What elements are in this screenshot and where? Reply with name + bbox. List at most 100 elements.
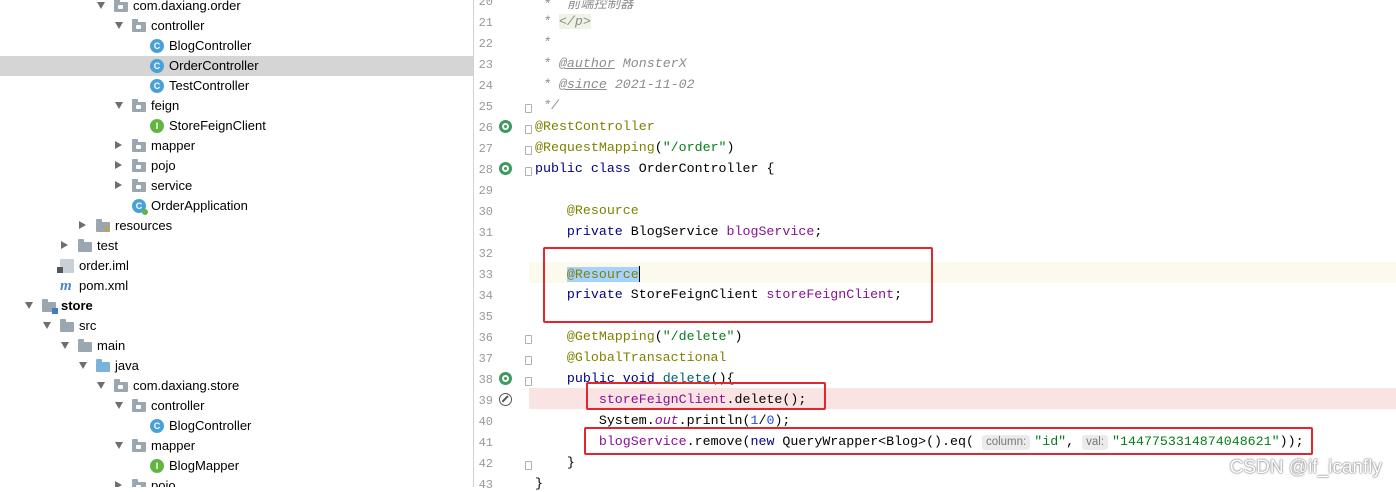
resources-folder-icon	[96, 219, 110, 232]
chevron-right-icon[interactable]	[79, 221, 86, 229]
folder-icon	[78, 239, 92, 252]
disabled-breakpoint-icon[interactable]	[499, 393, 512, 406]
chevron-right-icon[interactable]	[115, 181, 122, 189]
code-line-36: @GetMapping("/delete")	[566, 329, 743, 344]
interface-icon: I	[150, 459, 164, 473]
code-line-24: * @since 2021-11-02	[535, 77, 695, 92]
package-folder-icon	[132, 99, 146, 112]
line-number: 36	[478, 331, 493, 345]
tree-item-label: TestController	[169, 78, 250, 93]
tree-item-label: pojo	[151, 478, 176, 487]
tree-item-storefeignclient[interactable]: I StoreFeignClient	[0, 116, 473, 136]
iml-file-icon	[57, 259, 74, 273]
tree-item-blogcontroller[interactable]: C BlogController	[0, 416, 473, 436]
tree-item-label: java	[115, 358, 139, 373]
package-folder-icon	[132, 439, 146, 452]
tree-item-blogcontroller[interactable]: C BlogController	[0, 36, 473, 56]
line-number: 33	[478, 268, 493, 282]
tree-item-order-iml[interactable]: order.iml	[0, 256, 473, 276]
watermark: CSDN @if_icanfly	[1229, 457, 1382, 478]
chevron-down-icon[interactable]	[79, 362, 87, 369]
maven-icon: m	[60, 278, 72, 294]
tree-item-src[interactable]: src	[0, 316, 473, 336]
package-folder-icon	[132, 139, 146, 152]
chevron-right-icon[interactable]	[115, 161, 122, 169]
chevron-right-icon[interactable]	[115, 481, 122, 487]
line-number: 20	[478, 0, 493, 9]
tree-item-ordercontroller[interactable]: C OrderController	[0, 56, 473, 76]
annotation-box-resource-field	[543, 247, 933, 323]
package-folder-icon	[132, 479, 146, 487]
tree-item-label: mapper	[151, 138, 196, 153]
tree-item-orderapplication[interactable]: C OrderApplication	[0, 196, 473, 216]
spring-bean-icon[interactable]	[499, 120, 512, 133]
class-icon: C	[150, 419, 164, 433]
tree-item-label: BlogMapper	[169, 458, 240, 473]
tree-item-controller[interactable]: controller	[0, 396, 473, 416]
code-line-22: *	[535, 35, 551, 50]
chevron-down-icon[interactable]	[61, 342, 69, 349]
tree-item-store[interactable]: store	[0, 296, 473, 316]
chevron-down-icon[interactable]	[43, 322, 51, 329]
tree-item-main[interactable]: main	[0, 336, 473, 356]
tree-item-label: com.daxiang.order	[133, 0, 241, 13]
chevron-right-icon[interactable]	[115, 141, 122, 149]
line-number: 24	[478, 79, 493, 93]
spring-bean-icon[interactable]	[499, 162, 512, 175]
class-icon: C	[150, 39, 164, 53]
tree-item-pojo[interactable]: pojo	[0, 476, 473, 487]
tree-item-java[interactable]: java	[0, 356, 473, 376]
tree-item-feign[interactable]: feign	[0, 96, 473, 116]
tree-item-label: BlogController	[169, 38, 252, 53]
tree-item-label: com.daxiang.store	[133, 378, 240, 393]
chevron-down-icon[interactable]	[115, 102, 123, 109]
spring-app-class-icon: C	[132, 199, 148, 215]
line-number: 40	[478, 415, 493, 429]
tree-item-controller[interactable]: controller	[0, 16, 473, 36]
folder-icon	[60, 319, 74, 332]
tree-item-mapper[interactable]: mapper	[0, 136, 473, 156]
chevron-down-icon[interactable]	[97, 2, 105, 9]
code-editor[interactable]: * 前端控制器 * </p> * * @author MonsterX * @s…	[529, 0, 1396, 491]
tree-item-resources[interactable]: resources	[0, 216, 473, 236]
code-line-27: @RequestMapping("/order")	[535, 140, 735, 155]
code-line-43: }	[535, 476, 543, 491]
class-icon: C	[150, 79, 164, 93]
tree-item-com-daxiang-store[interactable]: com.daxiang.store	[0, 376, 473, 396]
chevron-right-icon[interactable]	[61, 241, 68, 249]
chevron-down-icon[interactable]	[115, 22, 123, 29]
tree-item-label: pom.xml	[79, 278, 129, 293]
tree-item-label: pojo	[151, 158, 176, 173]
chevron-down-icon[interactable]	[97, 382, 105, 389]
line-number: 26	[478, 121, 493, 135]
spring-bean-icon[interactable]	[499, 372, 512, 385]
tree-item-testcontroller[interactable]: C TestController	[0, 76, 473, 96]
tree-item-label: resources	[115, 218, 173, 233]
chevron-down-icon[interactable]	[25, 302, 33, 309]
package-folder-icon	[132, 159, 146, 172]
tree-item-test[interactable]: test	[0, 236, 473, 256]
chevron-down-icon[interactable]	[115, 442, 123, 449]
tree-item-mapper[interactable]: mapper	[0, 436, 473, 456]
tree-item-pom-xml[interactable]: m pom.xml	[0, 276, 473, 296]
code-line-26: @RestController	[535, 119, 655, 134]
tree-item-com-daxiang-order[interactable]: com.daxiang.order	[0, 0, 473, 16]
tree-item-label: controller	[151, 398, 205, 413]
line-number: 22	[478, 37, 493, 51]
line-number: 27	[478, 142, 493, 156]
package-folder-icon	[132, 399, 146, 412]
tree-item-pojo[interactable]: pojo	[0, 156, 473, 176]
package-folder-icon	[132, 179, 146, 192]
line-number: 29	[478, 184, 493, 198]
chevron-down-icon[interactable]	[115, 402, 123, 409]
code-line-42: }	[535, 455, 575, 470]
tree-item-label: feign	[151, 98, 180, 113]
tree-item-label: OrderController	[169, 58, 259, 73]
tree-item-service[interactable]: service	[0, 176, 473, 196]
folder-icon	[78, 339, 92, 352]
line-number: 42	[478, 457, 493, 471]
line-number: 43	[478, 478, 493, 492]
code-line-37: @GlobalTransactional	[566, 350, 727, 365]
tree-item-blogmapper[interactable]: I BlogMapper	[0, 456, 473, 476]
line-number: 34	[478, 289, 493, 303]
